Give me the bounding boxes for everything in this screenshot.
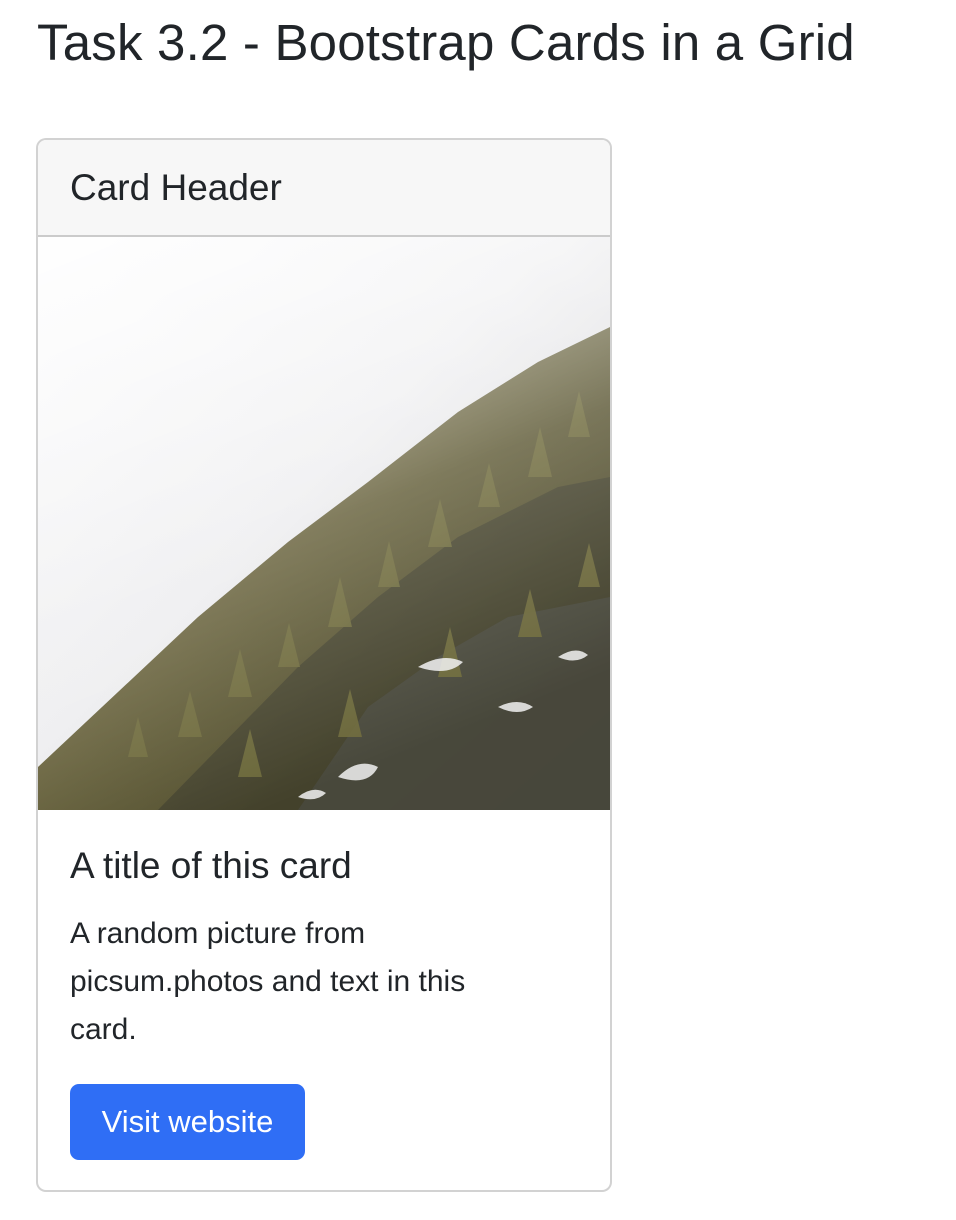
card-body: A title of this card A random picture fr… — [38, 810, 610, 1160]
card-text: A random picture from picsum.photos and … — [70, 917, 466, 1046]
card: Card Header A title of this card A rando… — [36, 138, 612, 1192]
card-title: A title of this card — [70, 845, 352, 886]
card-header: Card Header — [38, 140, 610, 237]
visit-website-button[interactable]: Visit website — [70, 1084, 305, 1160]
card-image — [38, 237, 610, 810]
page-title: Task 3.2 - Bootstrap Cards in a Grid — [37, 14, 855, 71]
